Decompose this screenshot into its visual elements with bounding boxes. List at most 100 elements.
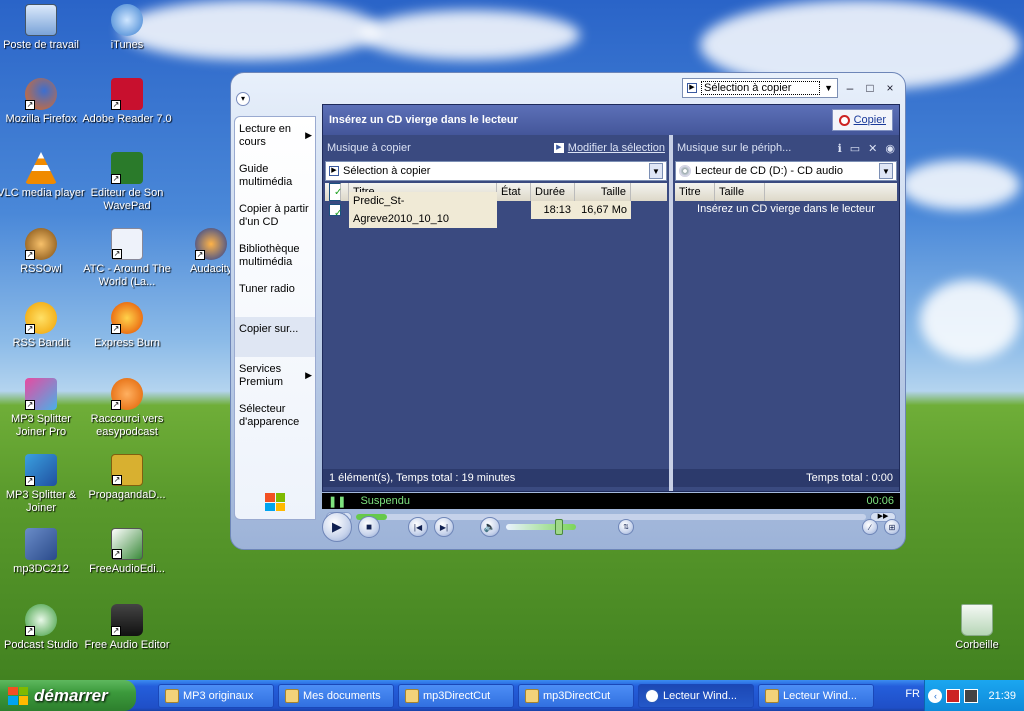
desktop-icon-label: iTunes [110, 39, 144, 51]
selection-dropdown-value: Sélection à copier [343, 165, 431, 177]
task-label: MP3 originaux [183, 689, 254, 702]
chevron-right-icon: ▶ [305, 130, 312, 140]
shuffle-button[interactable]: ⇅ [618, 519, 634, 535]
desktop-icon-label: Poste de travail [3, 39, 79, 51]
tray-vm-icon[interactable] [964, 688, 979, 703]
minimize-button[interactable]: – [842, 80, 858, 96]
record-icon [838, 114, 850, 126]
nav-library[interactable]: Bibliothèque multimédia [235, 237, 315, 277]
selection-dropdown[interactable]: ▶ Sélection à copier ▼ [325, 161, 667, 181]
device-dropdown[interactable]: Lecteur de CD (D:) - CD audio ▼ [675, 161, 897, 181]
copy-button-label: Copier [853, 114, 886, 126]
desktop-icon-rssowl[interactable]: ↗ RSSOwl [0, 228, 86, 276]
task-mes-documents[interactable]: Mes documents [278, 683, 394, 708]
column-title[interactable]: Titre [675, 183, 715, 201]
start-button[interactable]: démarrer [0, 680, 136, 711]
right-table-header: Titre Taille [675, 183, 897, 201]
info-icon[interactable]: ℹ [838, 142, 842, 155]
copy-panel: Insérez un CD vierge dans le lecteur Cop… [322, 104, 900, 492]
desktop-icon-adobe[interactable]: ↗ Adobe Reader 7.0 [82, 78, 172, 126]
tray-app-icon[interactable] [946, 688, 961, 703]
device-dropdown-value: Lecteur de CD (D:) - CD audio [695, 165, 843, 177]
desktop-icon-express-burn[interactable]: ↗ Express Burn [82, 302, 172, 350]
copy-button[interactable]: Copier [831, 109, 893, 131]
next-button[interactable]: ▶| [434, 517, 454, 537]
nav-media-guide[interactable]: Guide multimédia [235, 157, 315, 197]
title-selection-dropdown[interactable]: ▶ Sélection à copier ▼ [682, 78, 838, 98]
desktop-icon-mp3-splitter-joiner[interactable]: ↗ MP3 Splitter & Joiner [0, 454, 86, 515]
desktop-icon-computer[interactable]: Poste de travail [0, 4, 86, 52]
desktop-icon-label: Editeur de Son WavePad [90, 187, 164, 212]
nav-skin-chooser[interactable]: Sélecteur d'apparence [235, 397, 315, 437]
column-state[interactable]: État [497, 183, 531, 201]
desktop-icon-rss-bandit[interactable]: ↗ RSS Bandit [0, 302, 86, 350]
audacity-icon: ↗ [195, 228, 227, 260]
desktop-icon-label: Adobe Reader 7.0 [82, 113, 172, 125]
play-list-icon: ▶ [687, 83, 697, 93]
pane-title: Musique à copier [327, 142, 411, 154]
mp3-file-icon: ↗ [111, 228, 143, 260]
total-summary: 1 élément(s), Temps total : 19 minutes [329, 472, 516, 484]
task-media-player-active[interactable]: Lecteur Wind... [638, 683, 754, 708]
desktop-icon-label: RSS Bandit [12, 337, 70, 349]
play-list-icon: ▶ [329, 166, 339, 176]
previous-button[interactable]: |◀ [408, 517, 428, 537]
nav-rip-cd[interactable]: Copier à partir d'un CD [235, 197, 315, 237]
nav-label: Bibliothèque multimédia [239, 243, 300, 268]
tray-expand-icon[interactable]: ‹ [928, 688, 943, 703]
express-burn-icon: ↗ [111, 302, 143, 334]
delete-icon[interactable]: ✕ [868, 142, 877, 155]
skin-mode-button[interactable]: ⊞ [884, 519, 900, 535]
maximize-button[interactable]: □ [862, 80, 878, 96]
menu-toggle-button[interactable]: ▾ [236, 92, 250, 106]
nav-label: Copier à partir d'un CD [239, 203, 309, 228]
volume-slider[interactable] [506, 519, 576, 535]
title-bar: ▶ Sélection à copier ▼ – □ × [682, 76, 898, 100]
nav-radio-tuner[interactable]: Tuner radio [235, 277, 315, 317]
column-size[interactable]: Taille [575, 183, 631, 201]
desktop-icon-freeaudioedi[interactable]: ↗ FreeAudioEdi... [82, 528, 172, 576]
volume-knob[interactable] [554, 519, 563, 535]
desktop-icon-itunes[interactable]: iTunes [82, 4, 172, 52]
select-all-checkbox[interactable]: ✓ [325, 183, 349, 202]
desktop-icon-vlc[interactable]: VLC media player [0, 152, 86, 200]
desktop-icon-atc[interactable]: ↗ ATC - Around The World (La... [82, 228, 172, 289]
nav-now-playing[interactable]: Lecture en cours ▶ [235, 117, 315, 157]
table-row[interactable]: ✓ Predic_St-Agreve2010_10_10 18:13 16,67… [325, 192, 667, 228]
column-size[interactable]: Taille [715, 183, 765, 201]
task-label: mp3DirectCut [543, 689, 611, 702]
modify-selection-link[interactable]: ▶ Modifier la sélection [553, 142, 665, 154]
folder-icon [165, 688, 179, 703]
folder-icon[interactable]: ▭ [850, 142, 860, 155]
close-button[interactable]: × [882, 80, 898, 96]
nav-copy-to[interactable]: Copier sur... [235, 317, 315, 357]
desktop-icon-easypodcast[interactable]: ↗ Raccourci vers easypodcast [82, 378, 172, 439]
mute-button[interactable]: 🔈 [480, 517, 500, 537]
play-button[interactable]: ▶ [322, 512, 352, 542]
desktop-icon-mp3-splitter-pro[interactable]: ↗ MP3 Splitter Joiner Pro [0, 378, 86, 439]
desktop-icon-firefox[interactable]: ↗ Mozilla Firefox [0, 78, 86, 126]
desktop-icon-podcast-studio[interactable]: ↗ Podcast Studio [0, 604, 86, 652]
desktop-icon-label: Free Audio Editor [84, 639, 170, 651]
nav-label: Tuner radio [239, 283, 295, 295]
wavepad-icon: ↗ [111, 152, 143, 184]
task-mp3directcut-2[interactable]: mp3DirectCut [518, 683, 634, 708]
device-icon[interactable]: ◉ [885, 142, 895, 155]
equalizer-button[interactable]: ∕ [862, 519, 878, 535]
task-mp3-originaux[interactable]: MP3 originaux [158, 683, 274, 708]
column-duration[interactable]: Durée [531, 183, 575, 201]
chevron-down-icon: ▼ [879, 163, 893, 179]
stop-button[interactable]: ■ [358, 516, 380, 538]
task-media-player[interactable]: Lecteur Wind... [758, 683, 874, 708]
desktop-icon-wavepad[interactable]: ↗ Editeur de Son WavePad [82, 152, 172, 213]
desktop-icon-free-audio-editor[interactable]: ↗ Free Audio Editor [82, 604, 172, 652]
desktop-icon-mp3dc212[interactable]: mp3DC212 [0, 528, 86, 576]
desktop-icon-propaganda[interactable]: ↗ PropagandaD... [82, 454, 172, 502]
desktop-icon-recycle-bin[interactable]: Corbeille [932, 604, 1022, 652]
row-title: Predic_St-Agreve2010_10_10 [349, 192, 497, 228]
task-mp3directcut-1[interactable]: mp3DirectCut [398, 683, 514, 708]
clock: 21:39 [988, 689, 1016, 702]
row-checkbox[interactable]: ✓ [325, 201, 349, 219]
language-indicator[interactable]: FR [905, 688, 920, 700]
nav-premium-services[interactable]: Services Premium ▶ [235, 357, 315, 397]
